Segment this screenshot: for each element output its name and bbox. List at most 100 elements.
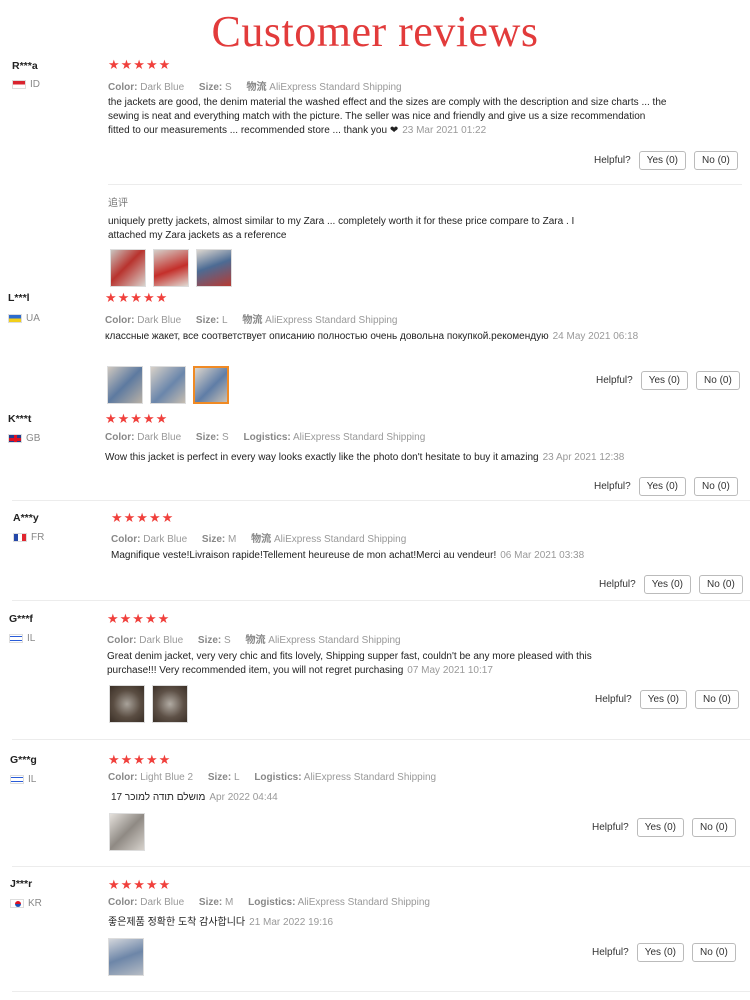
flag-fr-icon [13,533,27,542]
yes-button[interactable]: Yes (0) [639,690,688,709]
color-value: Light Blue 2 [140,772,194,783]
review-date: 23 Mar 2021 01:22 [402,125,487,136]
review-photo[interactable] [109,685,145,723]
logistics-label: Logistics: [243,432,291,443]
divider [12,991,750,992]
rating-stars: ★★★★★ [108,752,172,767]
no-button[interactable]: No (0) [696,371,740,390]
review-photo[interactable] [108,938,144,976]
yes-button[interactable]: Yes (0) [636,818,685,837]
helpful-row: Helpful? Yes (0) No (0) [595,690,739,709]
country-code: ID [30,79,40,90]
country-code: FR [31,532,45,543]
review-text: классные жакет, все соответствует описан… [105,331,639,342]
color-label: Color: [108,897,138,908]
yes-button[interactable]: Yes (0) [640,371,689,390]
size-label: Size: [195,315,220,326]
helpful-row: Helpful? Yes (0) No (0) [592,943,736,962]
divider [12,600,750,601]
review-photo[interactable] [153,249,189,287]
review-date: 21 Mar 2022 19:16 [249,917,334,928]
helpful-label: Helpful? [592,947,629,958]
rating-stars: ★★★★★ [105,290,169,305]
review-photo[interactable] [196,249,232,287]
size-value: S [224,635,231,646]
yes-button[interactable]: Yes (0) [638,151,687,170]
review-photo[interactable] [107,366,143,404]
review-text: Wow this jacket is perfect in every way … [105,452,625,463]
color-label: Color: [108,772,138,783]
review-meta: Color: Dark Blue Size: M Logistics: AliE… [108,897,442,908]
review-date: 23 Apr 2021 12:38 [542,452,625,463]
size-label: Size: [197,635,222,646]
reviewer-country: IL [10,774,36,785]
no-button[interactable]: No (0) [695,690,739,709]
helpful-row: Helpful? Yes (0) No (0) [596,371,740,390]
no-button[interactable]: No (0) [694,477,738,496]
color-value: Dark Blue [139,635,184,646]
review-text: the jackets are good, the denim material… [108,97,667,136]
color-label: Color: [111,534,141,545]
rating-stars: ★★★★★ [111,510,175,525]
review-photo-selected[interactable] [193,366,229,404]
review-photo[interactable] [150,366,186,404]
review-meta: Color: Dark Blue Size: S 物流 AliExpress S… [108,78,414,93]
divider [108,184,742,185]
shipping-value: AliExpress Standard Shipping [273,534,407,545]
reviewer-country: FR [13,532,44,543]
reviewer-country: GB [8,433,40,444]
size-value: L [222,315,228,326]
reviewer-country: KR [10,898,42,909]
review-date: 24 May 2021 06:18 [552,331,639,342]
review-photos [108,938,144,976]
size-label: Size: [198,82,223,93]
logistics-label: Logistics: [248,897,296,908]
review-text: Great denim jacket, very very chic and f… [107,651,592,676]
reviewer-country: ID [12,79,40,90]
country-code: GB [26,433,41,444]
country-code: UA [26,313,40,324]
shipping-value: AliExpress Standard Shipping [292,432,426,443]
review-date: Apr 2022 04:44 [209,792,278,803]
no-button[interactable]: No (0) [692,818,736,837]
review-photos [107,366,229,404]
flag-il-icon [10,775,24,784]
helpful-row: Helpful? Yes (0) No (0) [594,151,738,170]
review-photo[interactable] [152,685,188,723]
rating-stars: ★★★★★ [108,57,172,72]
shipping-value: AliExpress Standard Shipping [297,897,430,908]
helpful-label: Helpful? [592,822,629,833]
review-photo[interactable] [109,813,145,851]
size-label: Size: [195,432,220,443]
no-button[interactable]: No (0) [692,943,736,962]
color-value: Dark Blue [137,432,182,443]
review-meta: Color: Dark Blue Size: S Logistics: AliE… [105,432,437,443]
yes-button[interactable]: Yes (0) [643,575,692,594]
reviewer-name: G***f [9,613,33,625]
helpful-label: Helpful? [594,481,631,492]
size-label: Size: [207,772,232,783]
yes-button[interactable]: Yes (0) [636,943,685,962]
shipping-value: AliExpress Standard Shipping [303,772,437,783]
review-date: 06 Mar 2021 03:38 [500,550,585,561]
yes-button[interactable]: Yes (0) [638,477,687,496]
review-text: 좋은제품 정확한 도착 감사합니다 21 Mar 2022 19:16 [108,917,334,928]
review-photo[interactable] [110,249,146,287]
no-button[interactable]: No (0) [699,575,743,594]
color-value: Dark Blue [140,897,185,908]
rating-stars: ★★★★★ [108,877,172,892]
followup-text: uniquely pretty jackets, almost similar … [108,216,575,241]
size-value: S [225,82,232,93]
flag-il-icon [9,634,23,643]
helpful-label: Helpful? [594,155,631,166]
reviewer-country: UA [8,313,40,324]
review-date: 07 May 2021 10:17 [407,665,493,676]
no-button[interactable]: No (0) [694,151,738,170]
divider [12,739,750,740]
review-text: 17 מושלם תודה למוכר Apr 2022 04:44 [111,792,278,803]
review-meta: Color: Dark Blue Size: L 物流 AliExpress S… [105,311,409,326]
review-text: Magnifique veste!Livraison rapide!Tellem… [111,550,585,561]
size-value: M [225,897,234,908]
color-value: Dark Blue [137,315,182,326]
size-value: L [233,772,240,783]
